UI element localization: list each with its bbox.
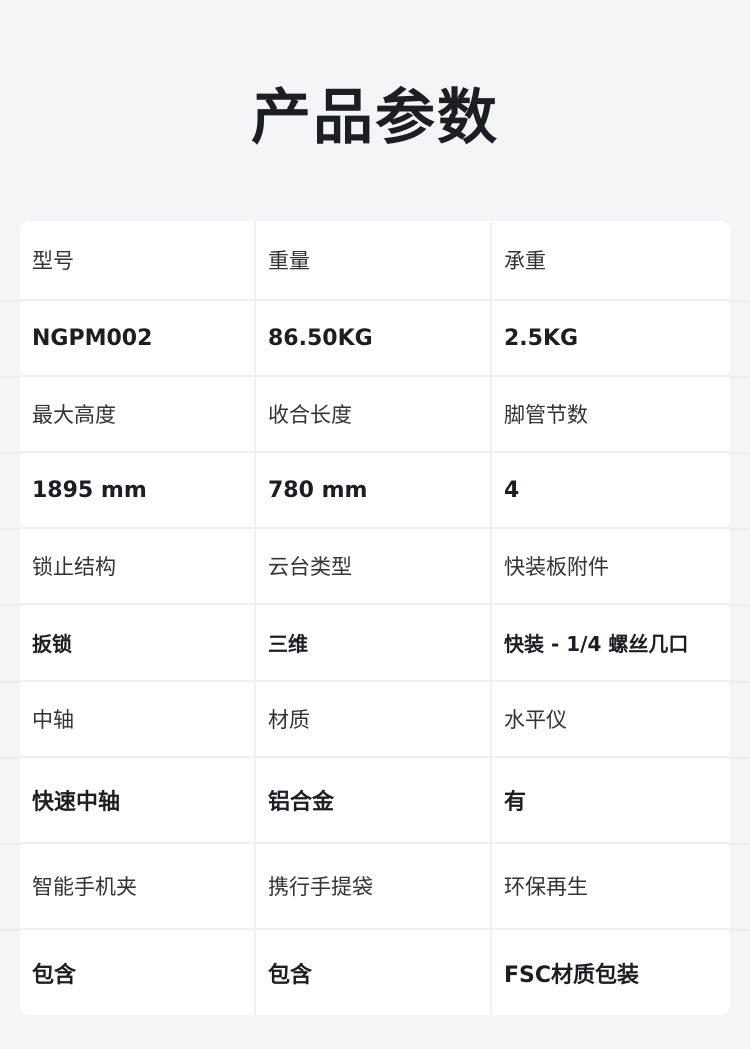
- spec-value: 快装 - 1/4 螺丝几口: [504, 632, 689, 656]
- spec-value: 有: [504, 790, 527, 815]
- spec-value: 1895 mm: [20, 453, 256, 527]
- spec-value: 4: [504, 477, 520, 503]
- spec-label: 水平仪: [504, 708, 567, 732]
- spec-label: 锁止结构: [20, 529, 256, 603]
- spec-table: 型号 重量 承重 NGPM002 86.50KG 2.5KG 最大高度 收合长度…: [20, 221, 730, 1015]
- spec-value-row: 扳锁 三维 快装 - 1/4 螺丝几口: [20, 605, 730, 682]
- spec-label-row: 智能手机夹 携行手提袋 环保再生: [20, 844, 730, 930]
- spec-label-row: 中轴 材质 水平仪: [20, 682, 730, 758]
- spec-value-row: 快速中轴 铝合金 有: [20, 758, 730, 844]
- page-title: 产品参数: [251, 83, 499, 153]
- spec-value: 780 mm: [256, 453, 492, 527]
- spec-label: 快装板附件: [504, 555, 609, 579]
- spec-value-row: 包含 包含 FSC材质包装: [20, 930, 730, 1015]
- spec-label: 最大高度: [20, 377, 256, 451]
- spec-label: 收合长度: [256, 377, 492, 451]
- spec-label: 携行手提袋: [256, 844, 492, 928]
- spec-label-row: 最大高度 收合长度 脚管节数: [20, 377, 730, 453]
- spec-label: 承重: [504, 249, 546, 273]
- spec-value: FSC材质包装: [504, 962, 640, 988]
- spec-value: 包含: [256, 930, 492, 1015]
- spec-value: 包含: [20, 930, 256, 1015]
- spec-value: 86.50KG: [256, 301, 492, 375]
- spec-label: 重量: [256, 221, 492, 299]
- spec-label-row: 锁止结构 云台类型 快装板附件: [20, 529, 730, 605]
- spec-value: 2.5KG: [504, 325, 579, 351]
- spec-value: 三维: [256, 605, 492, 680]
- spec-value-row: NGPM002 86.50KG 2.5KG: [20, 301, 730, 377]
- spec-label-row: 型号 重量 承重: [20, 221, 730, 301]
- spec-label: 型号: [20, 221, 256, 299]
- spec-value: 铝合金: [256, 758, 492, 842]
- spec-value: NGPM002: [20, 301, 256, 375]
- spec-label: 材质: [256, 682, 492, 756]
- spec-value: 快速中轴: [20, 758, 256, 842]
- spec-label: 环保再生: [504, 875, 588, 899]
- spec-value-row: 1895 mm 780 mm 4: [20, 453, 730, 529]
- spec-value: 扳锁: [20, 605, 256, 680]
- spec-label: 云台类型: [256, 529, 492, 603]
- spec-label: 中轴: [20, 682, 256, 756]
- spec-label: 脚管节数: [504, 403, 588, 427]
- spec-label: 智能手机夹: [20, 844, 256, 928]
